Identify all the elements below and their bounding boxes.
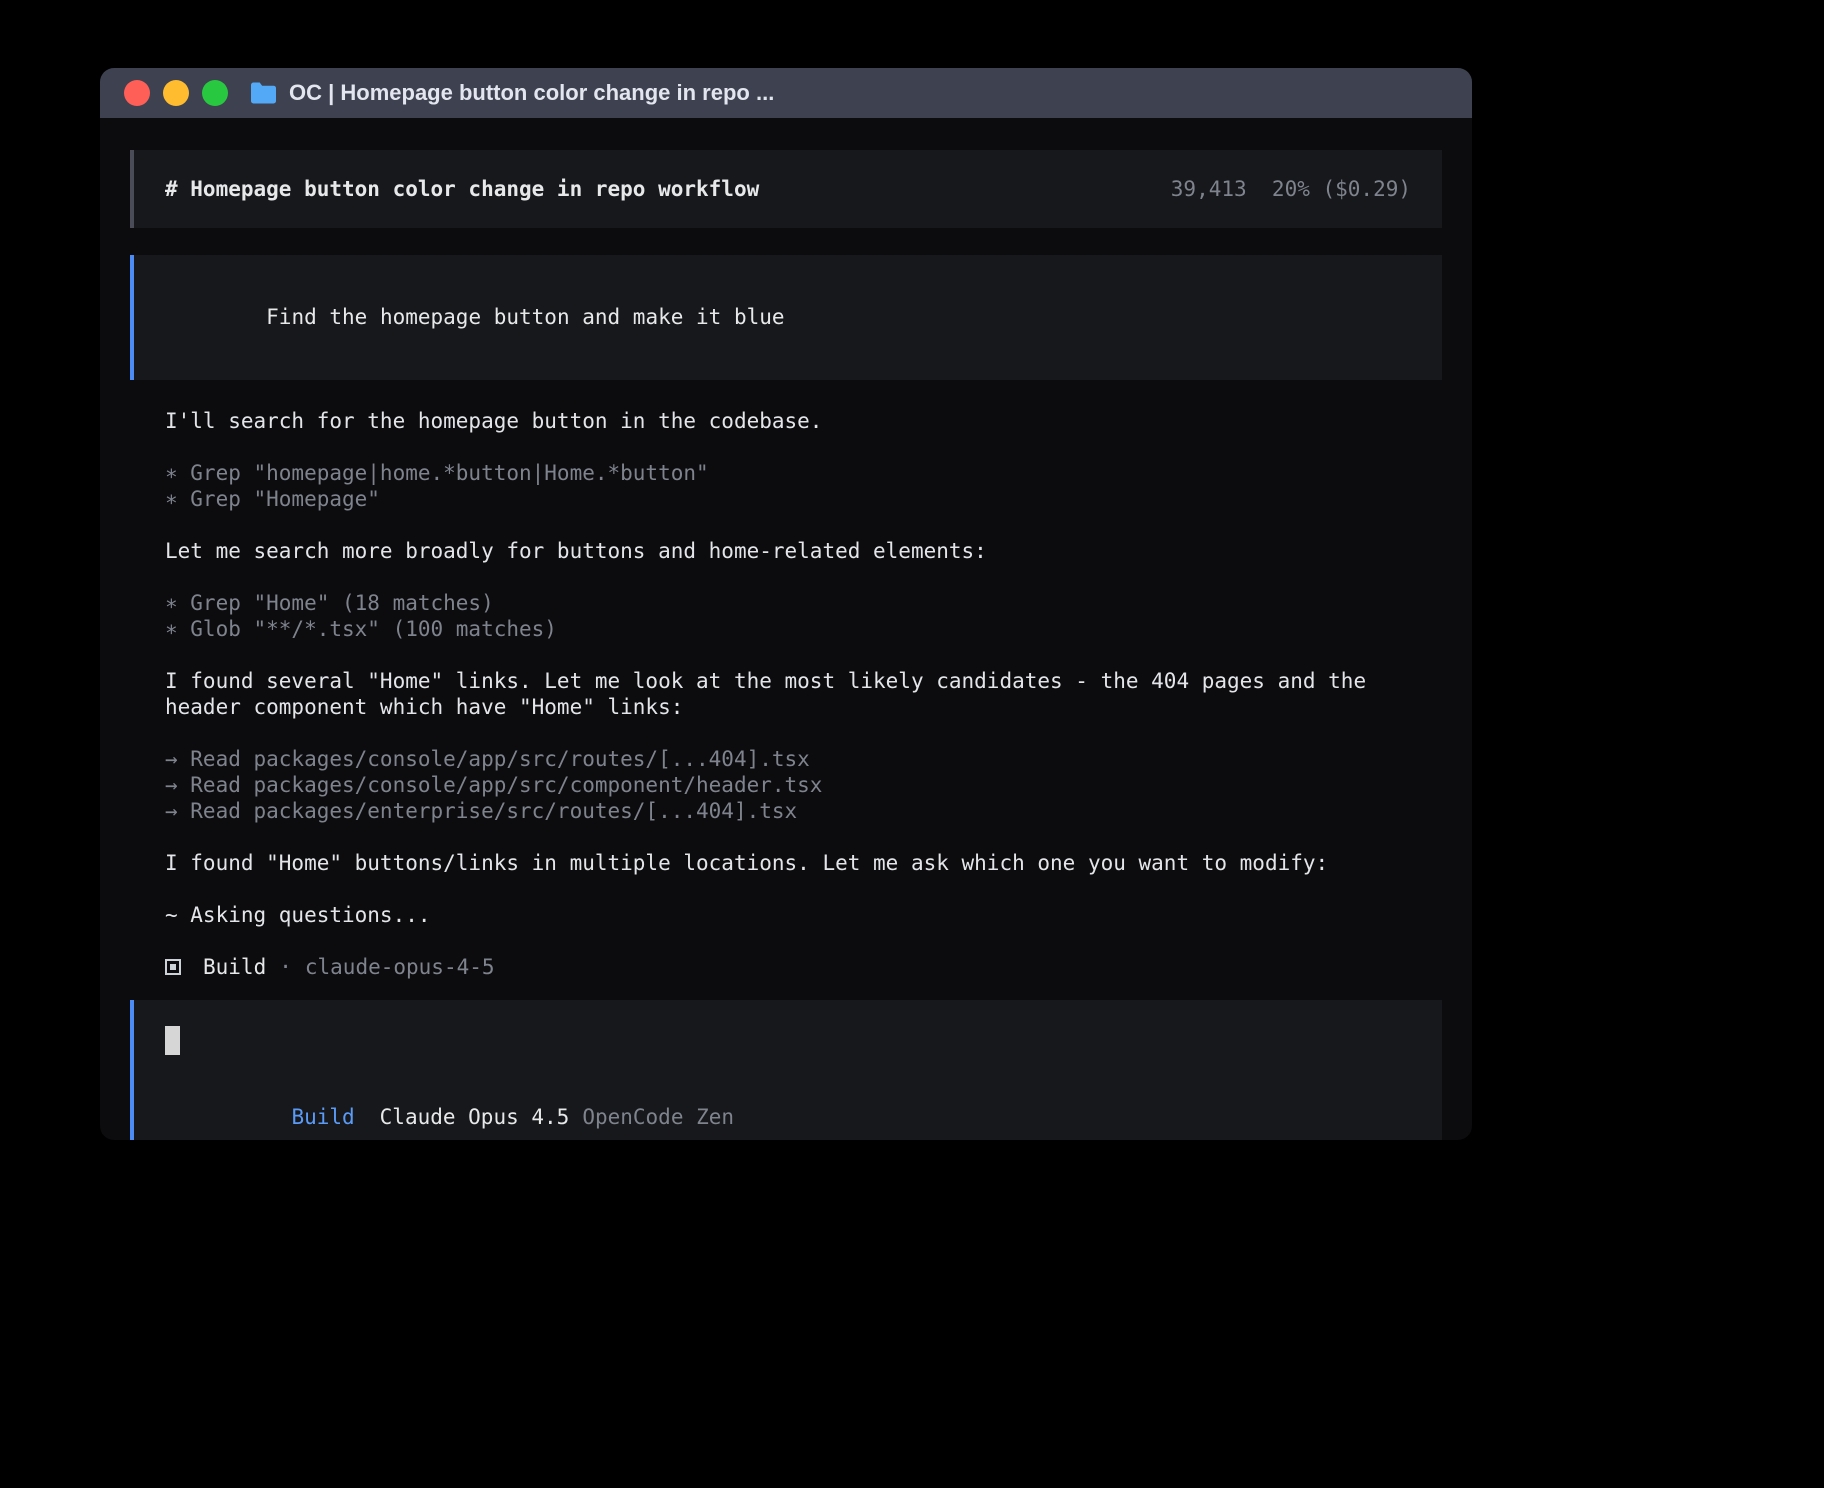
model-name: Claude Opus 4.5 [380, 1105, 570, 1129]
agent-model: claude-opus-4-5 [305, 954, 495, 980]
tool-call-line: → Read packages/console/app/src/componen… [165, 772, 1440, 798]
tool-call-block: ∗ Grep "Home" (18 matches)∗ Glob "**/*.t… [165, 590, 1440, 642]
prompt-input[interactable]: Build Claude Opus 4.5 OpenCode Zen [130, 1000, 1442, 1140]
tool-call-line: ∗ Glob "**/*.tsx" (100 matches) [165, 616, 1440, 642]
agent-separator: · [279, 954, 292, 980]
tool-call-line: → Read packages/enterprise/src/routes/[.… [165, 798, 1440, 824]
assistant-text-block: I'll search for the homepage button in t… [165, 408, 1440, 434]
close-button[interactable] [124, 80, 150, 106]
agent-status-row: Build · claude-opus-4-5 [130, 954, 1442, 980]
assistant-text-block: Let me search more broadly for buttons a… [165, 538, 1440, 564]
user-message: Find the homepage button and make it blu… [130, 255, 1442, 380]
conversation: I'll search for the homepage button in t… [130, 408, 1442, 954]
assistant-text-block: I found "Home" buttons/links in multiple… [165, 850, 1440, 876]
agent-icon [165, 959, 181, 975]
tool-call-block: ∗ Grep "homepage|home.*button|Home.*butt… [165, 460, 1440, 512]
window-title: OC | Homepage button color change in rep… [289, 80, 774, 106]
assistant-text-line: ~ Asking questions... [165, 902, 1440, 928]
tool-call-line: ∗ Grep "Homepage" [165, 486, 1440, 512]
terminal-content: # Homepage button color change in repo w… [100, 118, 1472, 1140]
traffic-lights [124, 80, 228, 106]
zoom-button[interactable] [202, 80, 228, 106]
text-cursor [165, 1026, 180, 1055]
folder-icon [250, 82, 277, 104]
tool-call-line: → Read packages/console/app/src/routes/[… [165, 746, 1440, 772]
terminal-window: OC | Homepage button color change in rep… [100, 68, 1472, 1140]
tool-call-line: ∗ Grep "Home" (18 matches) [165, 590, 1440, 616]
assistant-text-line: I found several "Home" links. Let me loo… [165, 668, 1440, 720]
assistant-text-line: Let me search more broadly for buttons a… [165, 538, 1440, 564]
session-title: # Homepage button color change in repo w… [165, 176, 759, 202]
input-line[interactable] [165, 1026, 1411, 1056]
tool-call-block: → Read packages/console/app/src/routes/[… [165, 746, 1440, 824]
tool-call-line: ∗ Grep "homepage|home.*button|Home.*butt… [165, 460, 1440, 486]
session-stats: 39,413 20% ($0.29) [1171, 176, 1411, 202]
model-provider: OpenCode Zen [582, 1105, 734, 1129]
assistant-text-block: I found several "Home" links. Let me loo… [165, 668, 1440, 720]
assistant-text-line: I found "Home" buttons/links in multiple… [165, 850, 1440, 876]
session-header: # Homepage button color change in repo w… [130, 150, 1442, 228]
agent-name: Build [203, 954, 266, 980]
input-mode-line: Build Claude Opus 4.5 OpenCode Zen [165, 1078, 1411, 1140]
agent-mode-label[interactable]: Build [291, 1105, 354, 1129]
desktop-background: OC | Homepage button color change in rep… [0, 0, 1824, 1488]
window-titlebar: OC | Homepage button color change in rep… [100, 68, 1472, 118]
user-message-text: Find the homepage button and make it blu… [266, 305, 784, 329]
assistant-text-block: ~ Asking questions... [165, 902, 1440, 928]
minimize-button[interactable] [163, 80, 189, 106]
assistant-text-line: I'll search for the homepage button in t… [165, 408, 1440, 434]
agent-icon-inner [170, 964, 176, 970]
